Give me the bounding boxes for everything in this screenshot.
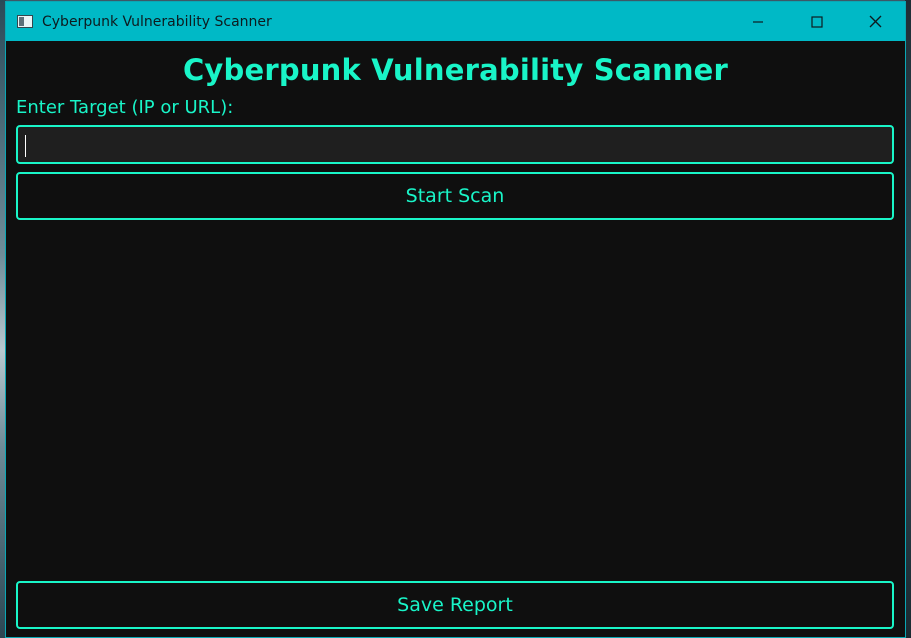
scan-results-area bbox=[16, 225, 894, 573]
page-title: Cyberpunk Vulnerability Scanner bbox=[182, 53, 729, 87]
start-scan-button[interactable]: Start Scan bbox=[16, 172, 894, 220]
app-window: Cyberpunk Vulnerability Scanner Cyberpun… bbox=[5, 1, 906, 638]
app-window-icon bbox=[17, 15, 33, 28]
minimize-button[interactable] bbox=[728, 2, 787, 41]
minimize-icon bbox=[752, 20, 763, 23]
window-controls bbox=[728, 2, 905, 41]
target-label: Enter Target (IP or URL): bbox=[16, 97, 234, 118]
title-bar[interactable]: Cyberpunk Vulnerability Scanner bbox=[6, 2, 905, 41]
app-content: Cyberpunk Vulnerability Scanner Enter Ta… bbox=[6, 41, 905, 637]
close-icon bbox=[869, 15, 882, 28]
text-caret bbox=[25, 135, 26, 157]
maximize-icon bbox=[810, 15, 823, 28]
maximize-button[interactable] bbox=[787, 2, 846, 41]
close-button[interactable] bbox=[846, 2, 905, 41]
save-report-button[interactable]: Save Report bbox=[16, 581, 894, 629]
target-input[interactable] bbox=[16, 125, 894, 164]
window-title: Cyberpunk Vulnerability Scanner bbox=[42, 13, 272, 30]
